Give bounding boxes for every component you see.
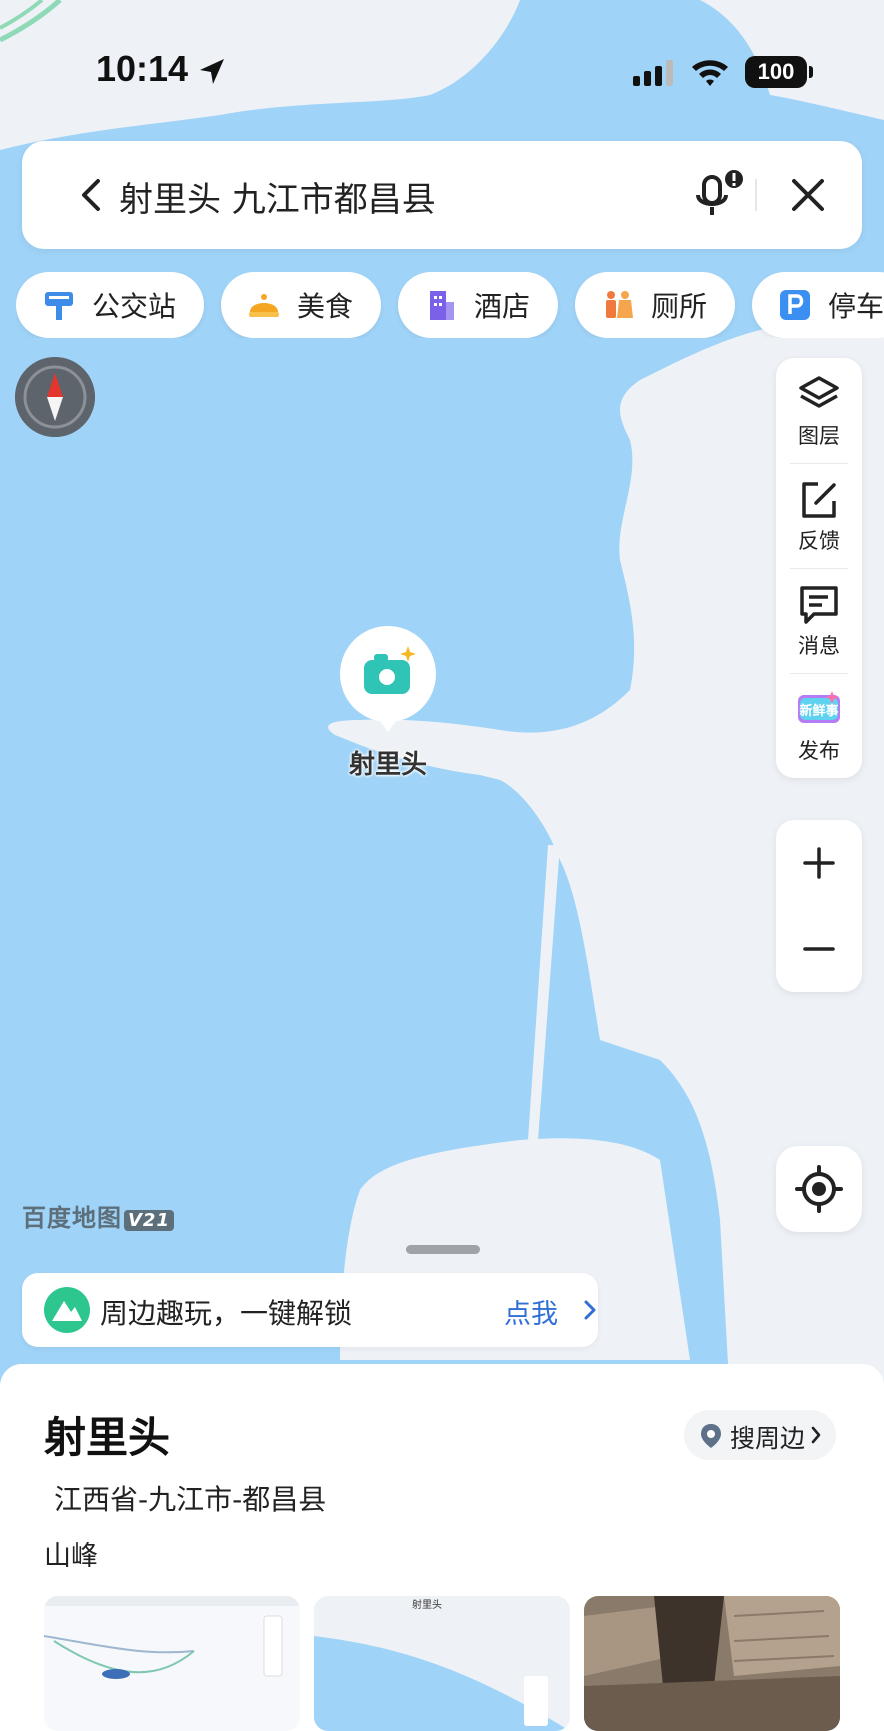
- chip-parking[interactable]: 停车: [752, 272, 884, 338]
- publish-button[interactable]: 新鲜事 发布: [776, 673, 862, 778]
- map-marker-icon[interactable]: [338, 624, 438, 736]
- photo-thumbnail[interactable]: [584, 1596, 840, 1731]
- chevron-right-icon: [584, 1300, 596, 1320]
- search-input[interactable]: 射里头 九江市都昌县: [119, 172, 436, 221]
- zoom-in-button[interactable]: [776, 820, 862, 906]
- mountain-icon: [44, 1287, 90, 1333]
- place-title: 射里头: [44, 1413, 171, 1462]
- chevron-right-icon: [811, 1426, 821, 1444]
- search-nearby-button[interactable]: 搜周边: [684, 1410, 836, 1460]
- promo-link[interactable]: 点我: [504, 1292, 558, 1331]
- bus-stop-icon: [45, 292, 73, 320]
- chip-label: 停车: [828, 290, 884, 323]
- zoom-out-button[interactable]: [776, 906, 862, 992]
- parking-icon: [780, 290, 810, 320]
- close-icon[interactable]: [786, 173, 830, 217]
- microphone-icon[interactable]: [690, 167, 750, 223]
- place-category: 山峰: [44, 1541, 98, 1572]
- hotel-icon: [430, 291, 454, 320]
- message-icon: [800, 586, 838, 624]
- map-thumbnail[interactable]: 射里头: [314, 1596, 570, 1731]
- layers-icon: [799, 376, 839, 408]
- location-pin-icon: [701, 1424, 721, 1448]
- wifi-icon: [692, 60, 728, 86]
- publish-label: 发布: [798, 739, 840, 763]
- publish-icon: 新鲜事: [798, 691, 840, 723]
- toilet-icon: [606, 291, 633, 318]
- chip-label: 酒店: [474, 290, 531, 323]
- food-icon: [249, 294, 279, 317]
- category-chips: 公交站 美食 酒店 厕所 停车: [16, 272, 884, 338]
- promo-text: 周边趣玩，一键解锁: [100, 1297, 353, 1330]
- sheet-drag-handle[interactable]: [406, 1245, 480, 1254]
- message-label: 消息: [798, 634, 840, 658]
- compass-icon[interactable]: [15, 357, 95, 437]
- place-detail-sheet[interactable]: 射里头 搜周边 江西省-九江市-都昌县 山峰 射里头: [0, 1364, 884, 1731]
- zoom-control: [776, 820, 862, 992]
- status-bar: 10:14 100: [0, 48, 884, 98]
- chip-bus-stop[interactable]: 公交站: [16, 272, 204, 338]
- marker-label: 射里头: [348, 750, 427, 780]
- map-logo: 百度地图 V21: [22, 1198, 174, 1233]
- publish-badge-text: 新鲜事: [799, 703, 838, 719]
- place-address: 江西省-九江市-都昌县: [54, 1483, 327, 1516]
- logo-text: 百度地图: [22, 1204, 122, 1232]
- thumbnail-label: 射里头: [412, 1599, 442, 1611]
- search-divider: [755, 179, 757, 211]
- chip-hotel[interactable]: 酒店: [398, 272, 558, 338]
- status-time: 10:14: [96, 48, 189, 89]
- logo-version: V21: [124, 1210, 174, 1231]
- crosshair-icon: [795, 1165, 843, 1213]
- feedback-button[interactable]: 反馈: [776, 463, 862, 568]
- chip-toilet[interactable]: 厕所: [575, 272, 735, 338]
- signal-icon: [633, 60, 673, 86]
- nearby-promo-banner[interactable]: 周边趣玩，一键解锁 点我: [22, 1273, 598, 1347]
- chip-label: 美食: [297, 290, 354, 323]
- message-button[interactable]: 消息: [776, 568, 862, 673]
- layers-label: 图层: [798, 424, 840, 448]
- chip-label: 厕所: [651, 290, 708, 323]
- locate-button[interactable]: [776, 1146, 862, 1232]
- feedback-icon: [802, 482, 836, 518]
- layers-button[interactable]: 图层: [776, 358, 862, 463]
- back-icon[interactable]: [72, 175, 112, 215]
- feedback-label: 反馈: [798, 529, 840, 553]
- chip-label: 公交站: [92, 290, 177, 323]
- search-bar[interactable]: 射里头 九江市都昌县: [22, 141, 862, 249]
- chip-food[interactable]: 美食: [221, 272, 381, 338]
- minus-icon: [803, 947, 835, 951]
- search-nearby-label: 搜周边: [730, 1424, 806, 1453]
- battery-icon: 100: [745, 56, 813, 88]
- map-tools-panel: 图层 反馈 消息 新鲜事 发布: [776, 358, 862, 778]
- plus-icon: [803, 847, 835, 879]
- location-arrow-icon: [200, 59, 224, 84]
- photo-thumbnail[interactable]: [44, 1596, 300, 1731]
- photo-strip: 射里头: [44, 1596, 844, 1731]
